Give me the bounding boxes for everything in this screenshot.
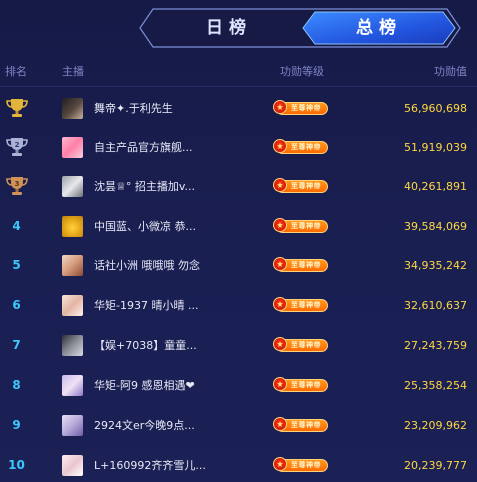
crown-icon: [273, 457, 287, 471]
header-rank: 排名: [5, 65, 27, 78]
crown-icon: [273, 178, 287, 192]
rank-number: 9: [12, 418, 21, 432]
merit-value: 56,960,698: [404, 102, 467, 115]
rank-cell: 4: [0, 207, 33, 246]
host-name[interactable]: 话社小洲 哦哦哦 勿念: [94, 246, 200, 285]
table-row[interactable]: 10 L+160992齐齐雪儿... 至尊神帝 20,239,777: [0, 446, 477, 482]
rank-number: 5: [12, 258, 21, 272]
rank-number: 7: [12, 338, 21, 352]
crown-icon: [273, 297, 287, 311]
avatar[interactable]: [62, 415, 83, 436]
header-divider: [0, 86, 477, 87]
rank-cell: 8: [0, 366, 33, 405]
avatar[interactable]: [62, 295, 83, 316]
table-row[interactable]: 舞帝✦.于利先生 至尊神帝 56,960,698: [0, 89, 477, 128]
gold-trophy-icon: [6, 99, 28, 117]
rank-number: 4: [12, 219, 21, 233]
merit-value: 20,239,777: [404, 459, 467, 472]
merit-value: 27,243,759: [404, 339, 467, 352]
merit-value: 34,935,242: [404, 259, 467, 272]
merit-value: 32,610,637: [404, 299, 467, 312]
host-name[interactable]: 【娱+7038】童童...: [94, 326, 197, 365]
host-name[interactable]: 中国蓝、小微凉 恭...: [94, 207, 196, 246]
merit-value: 40,261,891: [404, 180, 467, 193]
rank-cell: 6: [0, 286, 33, 325]
crown-icon: [273, 337, 287, 351]
level-badge: 至尊神帝: [273, 139, 328, 154]
host-name[interactable]: 舞帝✦.于利先生: [94, 89, 173, 128]
tab-total[interactable]: 总榜: [309, 8, 449, 48]
crown-icon: [273, 257, 287, 271]
rank-cell: 5: [0, 246, 33, 285]
rank-cell: 9: [0, 406, 33, 445]
level-badge: 至尊神帝: [273, 257, 328, 272]
tab-daily[interactable]: 日榜: [169, 8, 289, 48]
host-name[interactable]: 沈昙♕° 招主播加v...: [94, 167, 195, 206]
table-row[interactable]: 6 华矩-1937 晴小晴 ... 至尊神帝 32,610,637: [0, 286, 477, 325]
rank-number: 8: [12, 378, 21, 392]
table-row[interactable]: 4 中国蓝、小微凉 恭... 至尊神帝 39,584,069: [0, 207, 477, 246]
host-name[interactable]: 2924文er今晚9点...: [94, 406, 195, 445]
avatar[interactable]: [62, 255, 83, 276]
avatar[interactable]: [62, 375, 83, 396]
rank-number: 6: [12, 298, 21, 312]
svg-text:3: 3: [15, 180, 20, 188]
crown-icon: [273, 377, 287, 391]
level-badge: 至尊神帝: [273, 100, 328, 115]
merit-value: 23,209,962: [404, 419, 467, 432]
rank-number: 10: [8, 458, 25, 472]
silver-trophy-icon: 2: [6, 138, 28, 156]
table-row[interactable]: 7 【娱+7038】童童... 至尊神帝 27,243,759: [0, 326, 477, 365]
bronze-trophy-icon: 3: [6, 177, 28, 195]
svg-text:2: 2: [15, 141, 20, 149]
avatar[interactable]: [62, 216, 83, 237]
avatar[interactable]: [62, 455, 83, 476]
rank-cell: [0, 89, 33, 128]
header-level: 功勋等级: [280, 65, 324, 78]
merit-value: 25,358,254: [404, 379, 467, 392]
table-row[interactable]: 2 自主产品官方旗舰... 至尊神帝 51,919,039: [0, 128, 477, 167]
level-badge: 至尊神帝: [273, 297, 328, 312]
leaderboard-tabs: 日榜 总榜: [139, 8, 461, 48]
level-badge: 至尊神帝: [273, 457, 328, 472]
level-badge: 至尊神帝: [273, 337, 328, 352]
table-row[interactable]: 5 话社小洲 哦哦哦 勿念 至尊神帝 34,935,242: [0, 246, 477, 285]
crown-icon: [273, 139, 287, 153]
crown-icon: [273, 100, 287, 114]
crown-icon: [273, 218, 287, 232]
avatar[interactable]: [62, 98, 83, 119]
rank-cell: 2: [0, 128, 33, 167]
level-badge: 至尊神帝: [273, 178, 328, 193]
merit-value: 51,919,039: [404, 141, 467, 154]
avatar[interactable]: [62, 176, 83, 197]
table-row[interactable]: 9 2924文er今晚9点... 至尊神帝 23,209,962: [0, 406, 477, 445]
level-badge: 至尊神帝: [273, 218, 328, 233]
crown-icon: [273, 417, 287, 431]
table-row[interactable]: 3 沈昙♕° 招主播加v... 至尊神帝 40,261,891: [0, 167, 477, 206]
table-row[interactable]: 8 华矩-阿9 感恩相遇❤ 至尊神帝 25,358,254: [0, 366, 477, 405]
rank-cell: 10: [0, 446, 33, 482]
rank-cell: 7: [0, 326, 33, 365]
host-name[interactable]: L+160992齐齐雪儿...: [94, 446, 206, 482]
avatar[interactable]: [62, 335, 83, 356]
avatar[interactable]: [62, 137, 83, 158]
rank-cell: 3: [0, 167, 33, 206]
header-value: 功勋值: [434, 65, 467, 78]
host-name[interactable]: 自主产品官方旗舰...: [94, 128, 193, 167]
host-name[interactable]: 华矩-阿9 感恩相遇❤: [94, 366, 195, 405]
header-host: 主播: [62, 65, 84, 78]
leaderboard-app: 日榜 总榜 排名 主播 功勋等级 功勋值 舞帝✦.于利先生 至尊神帝 56,96…: [0, 0, 477, 482]
host-name[interactable]: 华矩-1937 晴小晴 ...: [94, 286, 198, 325]
level-badge: 至尊神帝: [273, 377, 328, 392]
merit-value: 39,584,069: [404, 220, 467, 233]
level-badge: 至尊神帝: [273, 417, 328, 432]
table-header: 排名 主播 功勋等级 功勋值: [0, 60, 477, 80]
